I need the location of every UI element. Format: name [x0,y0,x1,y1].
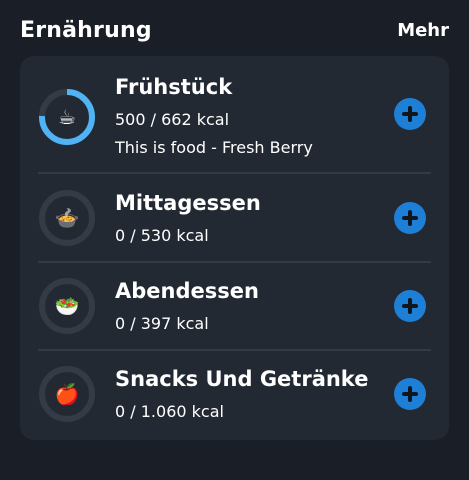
meal-calories: 0 / 397 kcal [115,314,209,333]
plus-icon-vertical [408,298,412,314]
meals-card: ☕ Frühstück 500 / 662 kcal This is food … [20,56,449,440]
add-food-button-snacks[interactable] [394,378,426,410]
meal-calories: 0 / 530 kcal [115,226,209,245]
meal-progress-ring: 🍲 [38,189,96,247]
pot-of-food-icon: 🍲 [54,206,80,230]
coffee-icon: ☕ [58,105,76,129]
meal-row-dinner[interactable]: 🥗 Abendessen 0 / 397 kcal [20,262,449,349]
meal-row-snacks[interactable]: 🍎 Snacks Und Getränke 0 / 1.060 kcal [20,350,449,440]
meal-food-entry: This is food - Fresh Berry [115,138,313,157]
more-link[interactable]: Mehr [397,20,449,41]
meal-calories: 500 / 662 kcal [115,110,230,129]
plus-icon-vertical [408,106,412,122]
add-food-button-breakfast[interactable] [394,98,426,130]
meal-title: Frühstück [115,75,233,99]
meal-progress-ring: 🥗 [38,277,96,335]
plus-icon-vertical [408,210,412,226]
section-title: Ernährung [20,18,152,43]
plus-icon-vertical [408,386,412,402]
meal-progress-ring: 🍎 [38,365,96,423]
salad-icon: 🥗 [54,294,80,318]
meal-title: Mittagessen [115,191,261,215]
apple-icon: 🍎 [54,382,80,406]
meal-row-lunch[interactable]: 🍲 Mittagessen 0 / 530 kcal [20,173,449,261]
add-food-button-lunch[interactable] [394,202,426,234]
section-header: Ernährung Mehr [20,16,449,48]
meal-progress-ring: ☕ [38,88,96,146]
meal-title: Snacks Und Getränke [115,367,369,391]
meal-title: Abendessen [115,279,259,303]
add-food-button-dinner[interactable] [394,290,426,322]
meal-calories: 0 / 1.060 kcal [115,402,224,421]
meal-row-breakfast[interactable]: ☕ Frühstück 500 / 662 kcal This is food … [20,56,449,172]
